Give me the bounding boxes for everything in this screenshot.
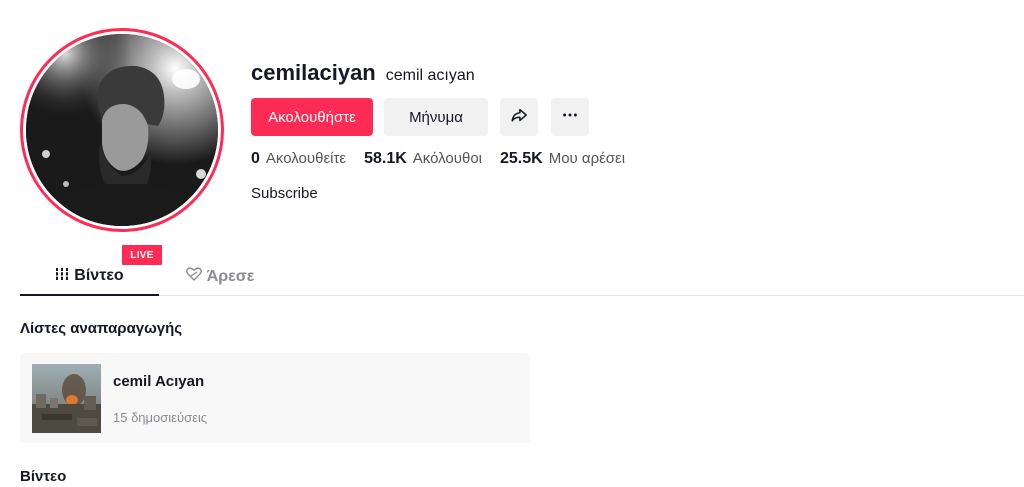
profile-stats: 0 Ακολουθείτε 58.1K Ακόλουθοι 25.5K Μου … [251, 150, 643, 168]
playlist-card[interactable]: cemil Acıyan 15 δημοσιεύσεις [20, 353, 530, 443]
nickname: cemil acıyan [385, 67, 475, 84]
liked-heart-icon [185, 267, 207, 286]
playlist-name: cemil Acıyan [113, 373, 205, 390]
tab-liked[interactable]: Άρεσε [170, 258, 270, 295]
profile-tabs: Βίντεο Άρεσε [20, 258, 1024, 296]
likes-count: 25.5K [500, 150, 543, 167]
share-icon [510, 106, 528, 128]
more-icon [561, 106, 579, 128]
followers-label: Ακόλουθοι [412, 150, 482, 167]
playlists-heading: Λίστες αναπαραγωγής [20, 320, 183, 337]
name-row: cemilaciyan cemil acıyan [251, 60, 475, 90]
profile-header: cemilaciyan cemil acıyan [251, 60, 475, 90]
grid-icon [55, 267, 74, 286]
likes-label: Μου αρέσει [548, 150, 626, 167]
more-button[interactable] [551, 98, 589, 136]
tab-videos-label: Βίντεο [74, 267, 124, 284]
live-ring [20, 28, 224, 232]
following-label: Ακολουθείτε [265, 150, 347, 167]
profile-avatar[interactable]: LIVE [20, 28, 224, 268]
likes-stat: 25.5K Μου αρέσει [500, 150, 625, 168]
following-stat[interactable]: 0 Ακολουθείτε [251, 150, 346, 168]
share-button[interactable] [500, 98, 538, 136]
playlist-thumbnail [32, 364, 101, 433]
profile-bio: Subscribe [251, 185, 318, 202]
followers-stat[interactable]: 58.1K Ακόλουθοι [364, 150, 482, 168]
followers-count: 58.1K [364, 150, 407, 167]
avatar-image [26, 34, 218, 226]
follow-button[interactable]: Ακολουθήστε [251, 98, 373, 136]
username: cemilaciyan [251, 60, 376, 85]
playlist-post-count: 15 δημοσιεύσεις [113, 410, 208, 425]
tab-videos[interactable]: Βίντεο [20, 258, 159, 296]
message-button[interactable]: Μήνυμα [384, 98, 488, 136]
following-count: 0 [251, 150, 260, 167]
tab-liked-label: Άρεσε [206, 267, 255, 285]
profile-actions: Ακολουθήστε Μήνυμα [251, 98, 589, 136]
videos-heading: Βίντεο [20, 468, 67, 485]
